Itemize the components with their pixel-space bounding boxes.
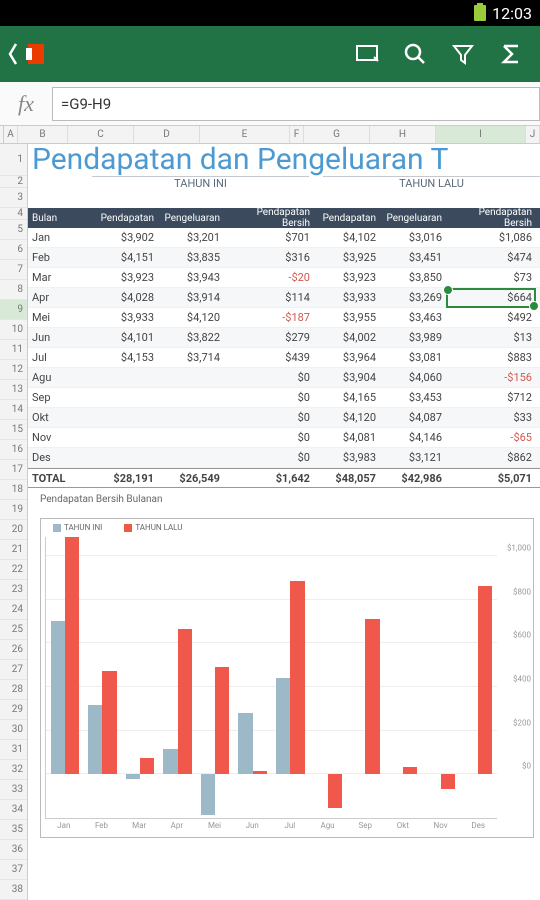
group-this-year: TAHUN INI bbox=[92, 176, 309, 196]
table-body[interactable]: Jan$3,902$3,201$701$4,102$3,016$1,086Feb… bbox=[28, 228, 540, 468]
group-header-row: TAHUN INI TAHUN LALU bbox=[28, 176, 540, 196]
present-icon[interactable] bbox=[354, 41, 380, 67]
table-row[interactable]: Okt$0$4,120$4,087$33 bbox=[28, 408, 540, 428]
table-row[interactable]: Agu$0$3,904$4,060-$156 bbox=[28, 368, 540, 388]
clock: 12:03 bbox=[492, 4, 532, 23]
table-row[interactable]: Feb$4,151$3,835$316$3,925$3,451$474 bbox=[28, 248, 540, 268]
sheet-title: Pendapatan dan Pengeluaran T bbox=[28, 144, 540, 176]
filter-icon[interactable] bbox=[450, 41, 476, 67]
table-row[interactable]: Apr$4,028$3,914$114$3,933$3,269$664 bbox=[28, 288, 540, 308]
sheet-surface[interactable]: Pendapatan dan Pengeluaran T TAHUN INI T… bbox=[28, 144, 540, 900]
table-header: Bulan Pendapatan Pengeluaran Pendapatan … bbox=[28, 208, 540, 228]
table-row[interactable]: Nov$0$4,081$4,146-$65 bbox=[28, 428, 540, 448]
spreadsheet[interactable]: ABCDEFGHIJ 12345678910111213141516171819… bbox=[0, 126, 540, 900]
formula-bar: fx bbox=[0, 82, 540, 126]
status-bar: 12:03 bbox=[0, 0, 540, 26]
chart: TAHUN INI TAHUN LALU $0$200$400$600$800$… bbox=[40, 518, 534, 838]
autosum-icon[interactable] bbox=[498, 41, 524, 67]
column-headers[interactable]: ABCDEFGHIJ bbox=[0, 126, 540, 144]
table-row[interactable]: Mar$3,923$3,943-$20$3,923$3,850$73 bbox=[28, 268, 540, 288]
office-logo-icon[interactable] bbox=[22, 40, 50, 68]
table-row[interactable]: Mei$3,933$4,120-$187$3,955$3,463$492 bbox=[28, 308, 540, 328]
table-total-row: TOTAL $28,191 $26,549 $1,642 $48,057 $42… bbox=[28, 468, 540, 488]
group-last-year: TAHUN LALU bbox=[323, 176, 540, 196]
search-icon[interactable] bbox=[402, 41, 428, 67]
chart-title: Pendapatan Bersih Bulanan bbox=[28, 488, 540, 508]
table-row[interactable]: Jan$3,902$3,201$701$4,102$3,016$1,086 bbox=[28, 228, 540, 248]
back-icon[interactable] bbox=[6, 40, 20, 68]
battery-icon bbox=[474, 5, 486, 21]
formula-input[interactable] bbox=[52, 87, 540, 121]
fx-label: fx bbox=[0, 91, 52, 117]
chart-legend: TAHUN INI TAHUN LALU bbox=[41, 519, 533, 534]
table-row[interactable]: Des$0$3,983$3,121$862 bbox=[28, 448, 540, 468]
table-row[interactable]: Sep$0$4,165$3,453$712 bbox=[28, 388, 540, 408]
row-headers[interactable]: 1234567891011121314151617181920212223242… bbox=[0, 144, 28, 900]
app-toolbar bbox=[0, 26, 540, 82]
table-row[interactable]: Jun$4,101$3,822$279$4,002$3,989$13 bbox=[28, 328, 540, 348]
table-row[interactable]: Jul$4,153$3,714$439$3,964$3,081$883 bbox=[28, 348, 540, 368]
